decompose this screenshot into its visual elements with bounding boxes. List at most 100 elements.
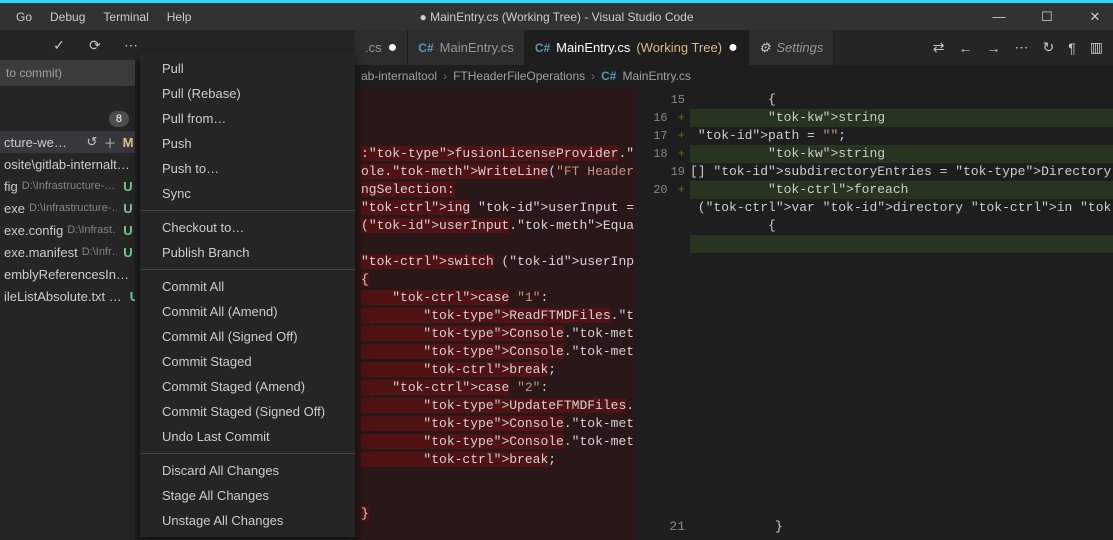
tab-label: MainEntry.cs [556,40,630,55]
context-menu-item[interactable]: Push to… [140,156,355,181]
chevron-right-icon: › [591,69,595,83]
context-menu-item[interactable]: Push [140,131,355,156]
context-menu-item[interactable]: Unstage All Changes [140,508,355,533]
commit-icon[interactable]: ✓ [50,37,68,54]
tab-label: .cs [365,40,382,55]
changes-count-badge: 8 [109,111,129,127]
more-icon[interactable]: ⋯ [122,37,140,54]
context-menu-item[interactable]: Commit Staged (Amend) [140,374,355,399]
file-name: exe.config [4,223,63,238]
compare-icon[interactable]: ⇄ [933,39,945,56]
tab[interactable]: C# MainEntry.cs [408,30,525,65]
tab[interactable]: .cs ● [355,30,408,65]
context-menu-item[interactable]: Stage All Changes [140,483,355,508]
csharp-icon: C# [418,41,433,55]
menu-separator [140,210,355,211]
scm-panel: to commit) 8 cture-we… ↺ ＋ M osite\gitla… [0,60,135,540]
chevron-right-icon: › [443,69,447,83]
whitespace-icon[interactable]: ¶ [1068,40,1076,56]
close-icon[interactable]: ✕ [1085,9,1105,25]
context-menu-item[interactable]: Commit All (Amend) [140,299,355,324]
tabs-row: .cs ● C# MainEntry.cs C# MainEntry.cs (W… [355,30,1113,65]
tab-settings[interactable]: ⚙ Settings [749,30,835,65]
file-name: cture-we… [4,135,67,150]
window-title: ● MainEntry.cs (Working Tree) - Visual S… [419,10,693,24]
discard-icon[interactable]: ↺ [85,134,99,150]
minimize-icon[interactable]: — [989,9,1009,25]
diff-view: :"tok-type">fusionLicenseProvider."tok-m… [355,87,1113,540]
split-editor-icon[interactable]: ▥ [1090,39,1103,56]
menu-help[interactable]: Help [159,6,200,28]
toggle-icon[interactable]: ↻ [1043,39,1055,56]
file-name: osite\gitlab-internalt… [4,157,130,172]
commit-message-input[interactable]: to commit) [0,60,135,86]
refresh-icon[interactable]: ⟳ [86,37,104,54]
code-line: 21} [635,519,1113,534]
status-untracked: U [121,179,135,194]
titlebar: Go Debug Terminal Help ● MainEntry.cs (W… [0,0,1113,30]
scm-file-row[interactable]: ileListAbsolute.txt … U [0,285,135,307]
file-folder: D:\Infrastructure-… [22,180,117,192]
scm-file-row[interactable]: emblyReferencesIn…U [0,263,135,285]
tab-active[interactable]: C# MainEntry.cs (Working Tree) ● [525,30,749,65]
diff-modified-pane[interactable]: 15 16 +17 +18 +19 20 + { "tok-kw">string… [635,87,1113,540]
file-name: emblyReferencesIn… [4,267,129,282]
breadcrumb-part[interactable]: ab-internaltool [361,69,437,83]
context-menu-item[interactable]: Pull (Rebase) [140,81,355,106]
menu-go[interactable]: Go [8,6,40,28]
context-menu-item[interactable]: Commit All [140,274,355,299]
status-untracked: U [130,289,135,304]
code-content: :"tok-type">fusionLicenseProvider."tok-m… [355,87,635,540]
file-name: exe.manifest [4,245,78,260]
next-change-icon[interactable]: → [987,40,1001,56]
line-gutter: 15 16 +17 +18 +19 20 + [635,87,685,199]
menubar: Go Debug Terminal Help [8,6,199,28]
scm-file-row[interactable]: osite\gitlab-internalt…U [0,153,135,175]
scm-file-row[interactable]: exe.manifest D:\Infr… U [0,241,135,263]
diff-original-pane[interactable]: :"tok-type">fusionLicenseProvider."tok-m… [355,87,635,540]
maximize-icon[interactable]: ☐ [1037,9,1057,25]
scm-file-row[interactable]: cture-we… ↺ ＋ M [0,131,135,153]
context-menu-item[interactable]: Undo Last Commit [140,424,355,449]
file-folder: D:\Infrastructure-… [29,202,117,214]
scm-context-menu: PullPull (Rebase)Pull from…PushPush to…S… [140,52,355,537]
menu-separator [140,453,355,454]
status-modified: M [121,135,135,150]
context-menu-item[interactable]: Pull [140,56,355,81]
status-untracked: U [121,201,135,216]
gear-icon: ⚙ [759,40,771,56]
tab-label: MainEntry.cs [440,40,514,55]
context-menu-item[interactable]: Discard All Changes [140,458,355,483]
scm-file-row[interactable]: figD:\Infrastructure-…U [0,175,135,197]
context-menu-item[interactable]: Publish Branch [140,240,355,265]
menu-debug[interactable]: Debug [42,6,93,28]
context-menu-item[interactable]: Commit Staged (Signed Off) [140,399,355,424]
dirty-indicator-icon: ● [728,43,738,53]
menu-terminal[interactable]: Terminal [95,6,156,28]
breadcrumb-part[interactable]: FTHeaderFileOperations [453,69,585,83]
context-menu-item[interactable]: Sync [140,181,355,206]
file-folder: D:\Infrast… [67,224,117,236]
file-folder: D:\Infr… [82,246,117,258]
more-icon[interactable]: ⋯ [1015,39,1029,56]
scm-file-row[interactable]: exe.config D:\Infrast… U [0,219,135,241]
breadcrumb-file[interactable]: MainEntry.cs [622,69,690,83]
context-menu-item[interactable]: Checkout to… [140,215,355,240]
context-menu-item[interactable]: Commit All (Signed Off) [140,324,355,349]
file-name: ileListAbsolute.txt … [4,289,122,304]
status-untracked: U [121,245,135,260]
scm-section-header: 8 [0,106,135,131]
scm-file-row[interactable]: exe D:\Infrastructure-… U [0,197,135,219]
breadcrumb[interactable]: ab-internaltool › FTHeaderFileOperations… [355,65,1113,87]
csharp-icon: C# [535,41,550,55]
context-menu-item[interactable]: Pull from… [140,106,355,131]
prev-change-icon[interactable]: ← [959,40,973,56]
window-controls: — ☐ ✕ [989,9,1105,25]
context-menu-item[interactable]: Commit Staged [140,349,355,374]
menu-separator [140,269,355,270]
editor-area: .cs ● C# MainEntry.cs C# MainEntry.cs (W… [355,30,1113,540]
file-name: exe [4,201,25,216]
status-untracked: U [121,223,135,238]
tab-suffix: (Working Tree) [636,40,722,55]
stage-icon[interactable]: ＋ [103,133,117,152]
